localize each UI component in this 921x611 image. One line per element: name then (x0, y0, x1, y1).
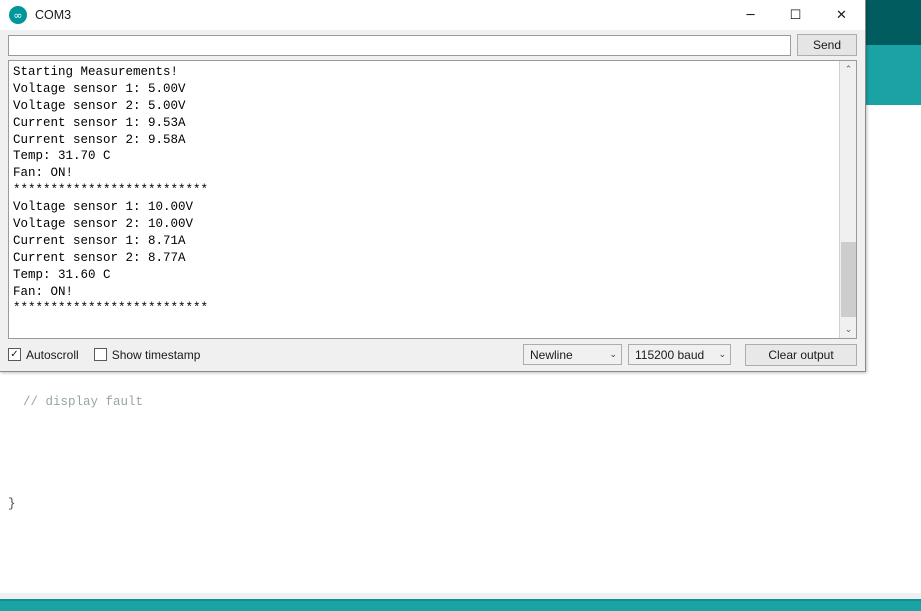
code-comment-display-fault: // display fault (8, 395, 144, 409)
window-title: COM3 (35, 8, 72, 22)
serial-output-line: Temp: 31.60 C (13, 267, 111, 282)
scroll-down-icon[interactable]: ⌄ (840, 321, 856, 338)
autoscroll-label: Autoscroll (26, 347, 79, 362)
chevron-down-icon: ⌄ (609, 349, 617, 360)
code-line-blank-2 (8, 547, 921, 564)
serial-output-line: Current sensor 1: 8.71A (13, 233, 186, 248)
serial-output-line: Voltage sensor 1: 5.00V (13, 81, 186, 96)
autoscroll-checkbox[interactable]: ✓ Autoscroll (8, 348, 79, 362)
arduino-infinity-icon: ∞ (9, 6, 27, 24)
line-ending-select[interactable]: Newline ⌄ (523, 344, 622, 365)
serial-output-line: Voltage sensor 1: 10.00V (13, 200, 194, 215)
window-control-group: ─ ☐ ✕ (728, 0, 865, 30)
timestamp-check-mark (93, 348, 107, 361)
close-icon[interactable]: ✕ (818, 0, 865, 30)
serial-output-line: Fan: ON! (13, 284, 74, 299)
screen-root: ◉ F // display fault } void loop() { mea… (0, 0, 921, 611)
send-button[interactable]: Send (797, 34, 857, 56)
serial-output-line: Voltage sensor 2: 10.00V (13, 217, 194, 232)
show-timestamp-checkbox[interactable]: Show timestamp (93, 347, 201, 362)
serial-output-line: Fan: ON! (13, 166, 74, 181)
serial-output-panel[interactable]: Starting Measurements! Voltage sensor 1: … (8, 60, 857, 339)
serial-output-line: Current sensor 2: 9.58A (13, 132, 186, 147)
serial-output-line: Current sensor 2: 8.77A (13, 250, 186, 265)
line-ending-value: Newline (530, 347, 573, 362)
serial-output-text: Starting Measurements! Voltage sensor 1: … (9, 61, 839, 338)
baud-rate-value: 115200 baud (635, 347, 705, 362)
clear-output-button[interactable]: Clear output (745, 343, 857, 366)
scroll-up-icon[interactable]: ⌃ (840, 61, 856, 78)
serial-output-line: Starting Measurements! (13, 65, 179, 79)
code-line-close-brace-1: } (8, 496, 921, 513)
maximize-icon[interactable]: ☐ (773, 0, 818, 30)
chevron-down-icon-baud: ⌄ (718, 349, 726, 360)
minimize-icon[interactable]: ─ (728, 0, 773, 30)
code-brace: } (8, 497, 16, 511)
scrollbar-thumb[interactable] (841, 242, 856, 317)
show-timestamp-label: Show timestamp (111, 347, 201, 362)
serial-output-line: ************************** (13, 301, 209, 316)
code-line-clipped-comment: // display fault (8, 394, 921, 411)
serial-output-scrollbar[interactable]: ⌃ ⌄ (839, 61, 856, 338)
ide-status-bar (0, 599, 921, 611)
serial-monitor-window[interactable]: ∞ COM3 ─ ☐ ✕ Send Starting Measurements!… (0, 0, 866, 372)
serial-monitor-bottom-bar: ✓ Autoscroll Show timestamp Newline ⌄ 11… (0, 339, 865, 370)
serial-output-line: ************************** (13, 183, 209, 198)
serial-monitor-title-bar[interactable]: ∞ COM3 ─ ☐ ✕ (0, 0, 865, 30)
serial-output-line: Voltage sensor 2: 5.00V (13, 98, 186, 113)
send-row: Send (0, 30, 865, 60)
infinity-glyph: ∞ (13, 8, 23, 22)
code-editor[interactable]: // display fault } void loop() { measure… (0, 360, 921, 611)
serial-output-line: Current sensor 1: 9.53A (13, 115, 186, 130)
baud-rate-select[interactable]: 115200 baud ⌄ (628, 344, 731, 365)
autoscroll-check-mark: ✓ (8, 348, 21, 361)
serial-output-line: Temp: 31.70 C (13, 149, 111, 164)
serial-send-input[interactable] (8, 34, 791, 56)
